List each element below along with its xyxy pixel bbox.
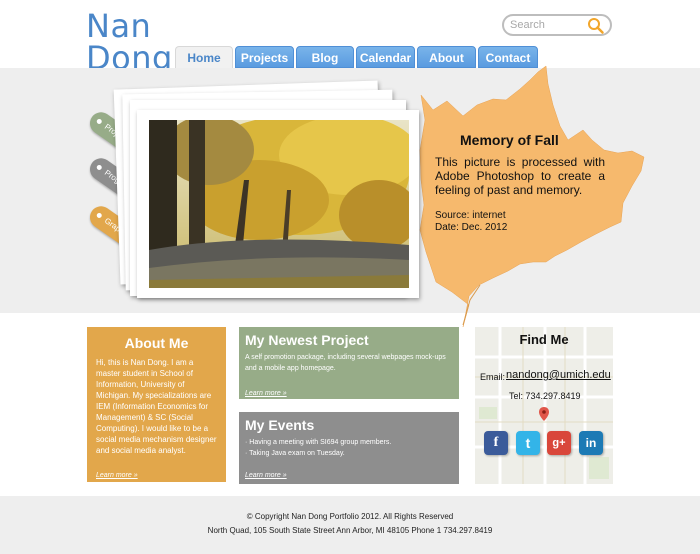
memory-source: Source: internet — [435, 210, 506, 221]
autumn-trees-photo — [149, 120, 409, 288]
google-plus-icon[interactable]: g+ — [547, 431, 571, 455]
twitter-icon[interactable]: t — [516, 431, 540, 455]
events-title: My Events — [245, 417, 315, 433]
memory-title: Memory of Fall — [460, 132, 559, 148]
newest-learn-more-link[interactable]: Learn more » — [245, 390, 287, 397]
footer-copyright: © Copyright Nan Dong Portfolio 2012. All… — [246, 512, 454, 521]
facebook-icon[interactable]: f — [484, 431, 508, 455]
email-label: Email: — [480, 372, 506, 382]
event-item: · Having a meeting with SI694 group memb… — [245, 439, 392, 446]
memory-description: This picture is processed with Adobe Pho… — [435, 155, 605, 197]
events-box: My Events · Having a meeting with SI694 … — [239, 412, 459, 484]
events-learn-more-link[interactable]: Learn more » — [245, 472, 287, 479]
find-me-title: Find Me — [519, 332, 569, 347]
about-learn-more-link[interactable]: Learn more » — [96, 472, 138, 479]
about-me-box: About Me Hi, this is Nan Dong. I am a ma… — [87, 327, 226, 482]
footer: © Copyright Nan Dong Portfolio 2012. All… — [0, 496, 700, 554]
newest-project-title: My Newest Project — [245, 332, 369, 348]
memory-meta: Source: internet Date: Dec. 2012 — [435, 210, 507, 234]
about-me-text: Hi, this is Nan Dong. I am a master stud… — [96, 358, 217, 455]
phone-number: Tel: 734.297.8419 — [509, 391, 581, 401]
linkedin-icon[interactable]: in — [579, 431, 603, 455]
about-me-title: About Me — [124, 335, 189, 351]
featured-photo-frame[interactable] — [137, 110, 419, 298]
event-item: · Taking Java exam on Tuesday. — [245, 450, 345, 457]
map-background — [475, 327, 613, 484]
email-link[interactable]: nandong@umich.edu — [506, 369, 611, 381]
memory-date: Date: Dec. 2012 — [435, 222, 508, 233]
newest-project-box: My Newest Project A self promotion packa… — [239, 327, 459, 399]
find-me-box: Find Me Email: nandong@umich.edu Tel: 73… — [475, 327, 613, 484]
footer-address: North Quad, 105 South State Street Ann A… — [207, 526, 493, 535]
map-pin-icon — [539, 407, 549, 421]
newest-project-text: A self promotion package, including seve… — [245, 354, 446, 372]
